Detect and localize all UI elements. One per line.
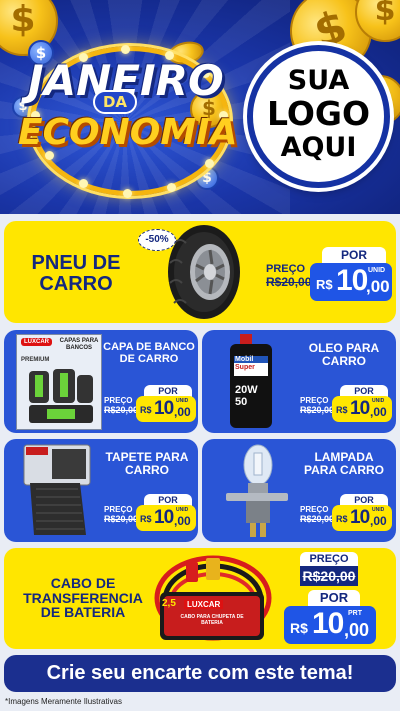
- product-card-jumper-cables[interactable]: CABO DE TRANSFERENCIA DE BATERIA 2,5 LUX…: [4, 548, 396, 649]
- seat-cover-image: LUXCAR CAPAS PARA BANCOS PREMIUM: [16, 334, 102, 430]
- price-box: R$ 10 ,00 UNID: [136, 505, 196, 531]
- product-title: CAPA DE BANCO DE CARRO: [103, 341, 195, 365]
- old-price: PREÇO R$20,00: [266, 263, 312, 289]
- floor-mat-image: [16, 443, 100, 539]
- cta-banner[interactable]: Crie seu encarte com este tema!: [4, 655, 396, 692]
- discount-badge: -50%: [138, 229, 176, 251]
- disclaimer: *Imagens Meramente Ilustrativas: [5, 697, 122, 706]
- old-price: PREÇO R$20,00: [300, 396, 335, 415]
- product-title: PNEU DE CARRO: [31, 252, 121, 295]
- package-text: CAPAS PARA BANCOS: [59, 338, 99, 351]
- package-brand: LUXCAR: [184, 600, 224, 609]
- product-title: LAMPADA PARA CARRO: [304, 450, 384, 477]
- package-brand: LUXCAR: [21, 338, 52, 346]
- old-price: PREÇO R$20,00: [104, 396, 139, 415]
- bottle-subbrand: Super: [235, 364, 255, 371]
- product-card-bulb[interactable]: LAMPADA PARA CARRO PREÇO R$20,00 POR R$ …: [202, 439, 396, 542]
- product-title: CABO DE TRANSFERENCIA DE BATERIA: [23, 575, 143, 621]
- old-price: PREÇO R$20,00: [300, 505, 335, 524]
- old-price: R$20,00: [300, 566, 358, 586]
- jumper-cables-image: 2,5 LUXCAR CABO PARA CHUPETA DE BATERIA: [150, 552, 276, 646]
- price-box: R$ 10 ,00 PRT: [284, 606, 376, 644]
- header-banner: $ $ $ $ $ $ $ $ JANEIRO DA ECONOMIA SUA …: [0, 0, 400, 214]
- logo-placeholder[interactable]: SUA LOGO AQUI: [247, 45, 390, 188]
- bottle-grade-2: 50: [235, 396, 248, 408]
- product-card-oil[interactable]: Mobil Super 20W 50 OLEO PARA CARRO PREÇO…: [202, 330, 396, 433]
- old-price: PREÇO R$20,00: [104, 505, 139, 524]
- price-box: R$ 10 ,00 UNID: [332, 396, 392, 422]
- logo-line-2: LOGO: [266, 94, 371, 133]
- price-box: R$ 10 ,00 UNID: [136, 396, 196, 422]
- product-card-floor-mat[interactable]: TAPETE PARA CARRO PREÇO R$20,00 POR R$ 1…: [4, 439, 198, 542]
- logo-line-3: AQUI: [280, 132, 357, 163]
- package-size: 2,5: [162, 598, 176, 609]
- logo-line-1: SUA: [287, 65, 350, 96]
- por-label: POR: [322, 247, 386, 263]
- bottle-grade: 20W: [235, 384, 258, 396]
- price-box: R$ 10 ,00 UNID: [332, 505, 392, 531]
- headlight-bulb-image: [220, 443, 292, 539]
- product-title: OLEO PARA CARRO: [308, 341, 380, 368]
- old-price-label: PREÇO: [300, 552, 358, 566]
- title-da: DA: [93, 90, 137, 114]
- oil-bottle-image: Mobil Super 20W 50: [226, 334, 278, 430]
- product-card-seat-cover[interactable]: LUXCAR CAPAS PARA BANCOS PREMIUM CAPA DE…: [4, 330, 198, 433]
- product-card-tire[interactable]: PNEU DE CARRO -50% PREÇO R$20,00 POR R$ …: [4, 221, 396, 323]
- por-label: POR: [308, 590, 360, 606]
- price-box: R$ 10 ,00 UNID: [310, 263, 392, 301]
- bottle-brand: Mobil: [235, 356, 254, 363]
- package-line: PREMIUM: [21, 357, 50, 363]
- product-title: TAPETE PARA CARRO: [105, 450, 189, 477]
- title-economia: ECONOMIA: [18, 112, 238, 153]
- package-text: CABO PARA CHUPETA DE BATERIA: [180, 614, 244, 626]
